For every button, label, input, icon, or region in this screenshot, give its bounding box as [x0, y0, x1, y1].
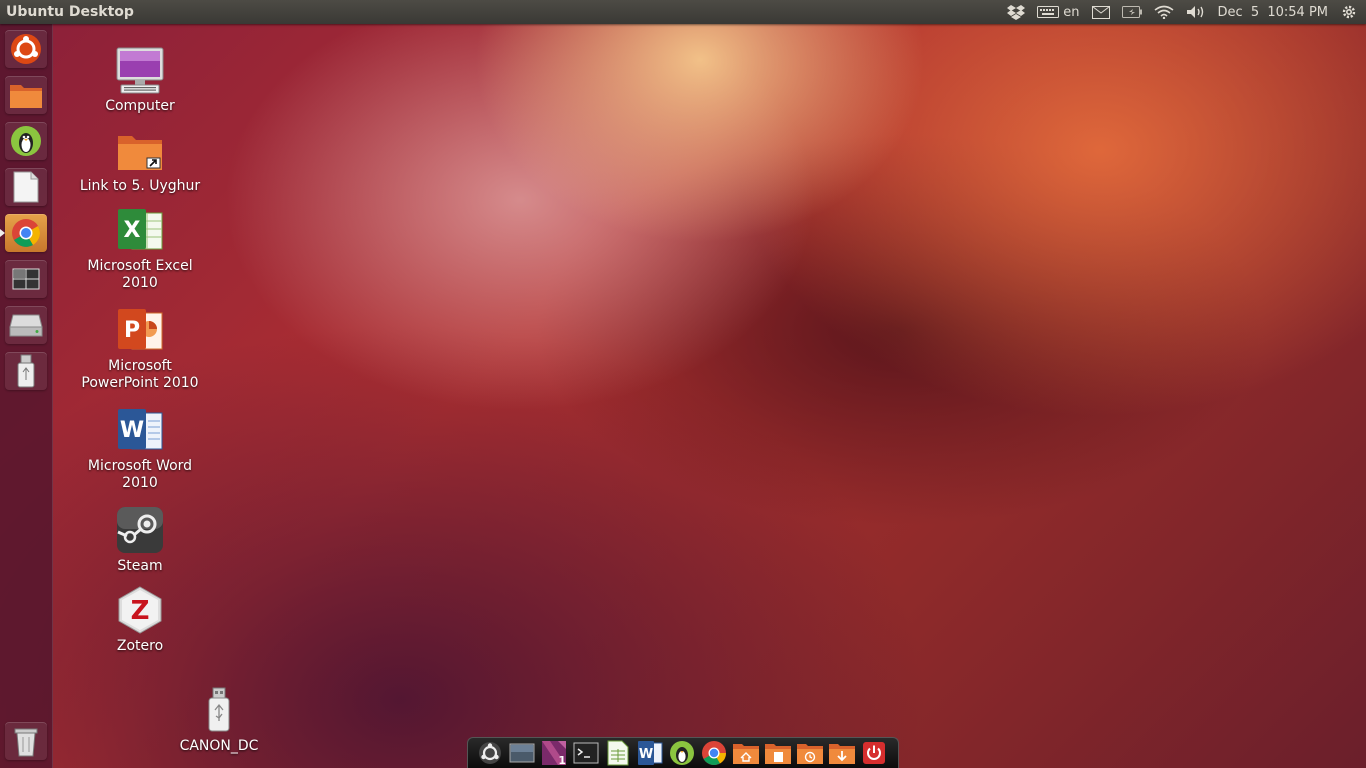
- svg-text:P: P: [124, 318, 140, 343]
- dock-item-terminal[interactable]: [572, 740, 600, 767]
- trash-icon: [14, 728, 38, 757]
- launcher-trash[interactable]: [5, 722, 47, 760]
- desktop-icon-label: Microsoft Word 2010: [87, 458, 193, 491]
- penguin-icon: [11, 126, 41, 156]
- svg-text:X: X: [124, 218, 141, 243]
- launcher-usb-drive[interactable]: [5, 352, 47, 390]
- desktop-icon-steam[interactable]: Steam: [75, 504, 205, 575]
- folder-icon: [10, 85, 42, 108]
- powerpoint-icon: P: [118, 309, 163, 350]
- usb-icon: [17, 354, 35, 388]
- clock[interactable]: Dec 5 10:54 PM: [1212, 5, 1335, 20]
- folder-link-icon: [118, 136, 162, 170]
- battery-icon[interactable]: [1116, 0, 1148, 24]
- desktop-icon-powerpoint[interactable]: P Microsoft PowerPoint 2010: [75, 304, 205, 392]
- power-icon: [863, 742, 885, 764]
- word-icon: W: [638, 741, 663, 765]
- show-desktop-icon: [509, 743, 535, 763]
- word-icon: W: [118, 409, 163, 450]
- chrome-icon: [702, 741, 726, 766]
- desktop-icon-zotero[interactable]: Z Zotero: [75, 584, 205, 655]
- dock-item-spreadsheet[interactable]: [604, 740, 632, 767]
- downloads-folder-icon: [829, 744, 855, 764]
- terminal-icon: [573, 742, 599, 764]
- spreadsheet-icon: [607, 740, 629, 766]
- dock-badge: 1: [558, 753, 566, 767]
- launcher-files[interactable]: [5, 76, 47, 114]
- computer-icon: [116, 47, 164, 94]
- keyboard-icon: [1037, 6, 1060, 18]
- document-icon: [13, 171, 39, 203]
- launcher-linux-penguin-app[interactable]: [5, 122, 47, 160]
- chrome-icon: [12, 219, 40, 247]
- dock-item-app-launcher[interactable]: 1: [540, 740, 568, 767]
- svg-text:Z: Z: [131, 596, 150, 626]
- dock-item-recent-folder[interactable]: [796, 740, 824, 767]
- wifi-icon[interactable]: [1148, 0, 1180, 24]
- documents-folder-icon: [765, 744, 791, 764]
- dropbox-icon[interactable]: [1001, 0, 1031, 24]
- dock-item-downloads-folder[interactable]: [828, 740, 856, 767]
- dock-item-power[interactable]: [860, 740, 888, 767]
- mail-icon[interactable]: [1086, 0, 1116, 24]
- clock-date: Dec 5: [1217, 4, 1260, 20]
- indicator-area: en Dec 5 10:54 PM: [1001, 0, 1366, 24]
- ubuntu-logo-icon: [479, 742, 501, 764]
- dock-item-dash[interactable]: [476, 740, 504, 767]
- launcher: [0, 24, 53, 768]
- desktop-icon-label: CANON_DC: [179, 738, 259, 754]
- launcher-drive[interactable]: [5, 306, 47, 344]
- desktop-icon-excel[interactable]: X Microsoft Excel 2010: [75, 204, 205, 292]
- zotero-icon: Z: [118, 586, 162, 634]
- desktop-icon-label: Zotero: [116, 638, 164, 654]
- window-title: Ubuntu Desktop: [6, 4, 134, 20]
- launcher-dash-home[interactable]: [5, 30, 47, 68]
- workspaces-icon: [12, 268, 40, 290]
- desktop-icon-label: Steam: [117, 558, 163, 574]
- session-gear-icon[interactable]: [1334, 0, 1366, 24]
- desktop-icon-label: Microsoft PowerPoint 2010: [81, 358, 199, 391]
- desktop-icon-computer[interactable]: Computer: [75, 44, 205, 115]
- volume-icon[interactable]: [1180, 0, 1212, 24]
- penguin-icon: [670, 741, 694, 765]
- home-folder-icon: [733, 744, 759, 764]
- dock-item-documents-folder[interactable]: [764, 740, 792, 767]
- launcher-chrome[interactable]: [5, 214, 47, 252]
- desktop-icon-canon-dc[interactable]: CANON_DC: [154, 684, 284, 755]
- dock-item-chrome[interactable]: [700, 740, 728, 767]
- svg-text:W: W: [120, 418, 144, 443]
- dock-item-home-folder[interactable]: [732, 740, 760, 767]
- ubuntu-logo-icon: [11, 34, 41, 64]
- clock-time: 10:54 PM: [1267, 4, 1328, 20]
- launcher-workspace-switcher[interactable]: [5, 260, 47, 298]
- drive-icon: [9, 314, 43, 337]
- desktop-icon-folder-link[interactable]: Link to 5. Uyghur: [75, 124, 205, 195]
- launcher-libreoffice[interactable]: [5, 168, 47, 206]
- desktop-icon-word[interactable]: W Microsoft Word 2010: [75, 404, 205, 492]
- running-indicator: [0, 229, 5, 237]
- desktop-icon-label: Computer: [105, 98, 175, 114]
- keyboard-indicator[interactable]: en: [1031, 0, 1085, 24]
- dock-item-show-desktop[interactable]: [508, 740, 536, 767]
- dock-item-penguin[interactable]: [668, 740, 696, 767]
- desktop-icon-label: Link to 5. Uyghur: [79, 178, 201, 194]
- steam-icon: [117, 507, 163, 553]
- dock-item-word[interactable]: W: [636, 740, 664, 767]
- recent-folder-icon: [797, 744, 823, 764]
- svg-text:W: W: [639, 747, 653, 762]
- usb-drive-icon: [208, 687, 230, 732]
- keyboard-layout-label: en: [1063, 4, 1080, 20]
- dock: 1 W: [467, 737, 899, 768]
- excel-icon: X: [118, 209, 163, 250]
- top-panel: Ubuntu Desktop en Dec 5 10:54 PM: [0, 0, 1366, 24]
- desktop-icon-label: Microsoft Excel 2010: [87, 258, 193, 291]
